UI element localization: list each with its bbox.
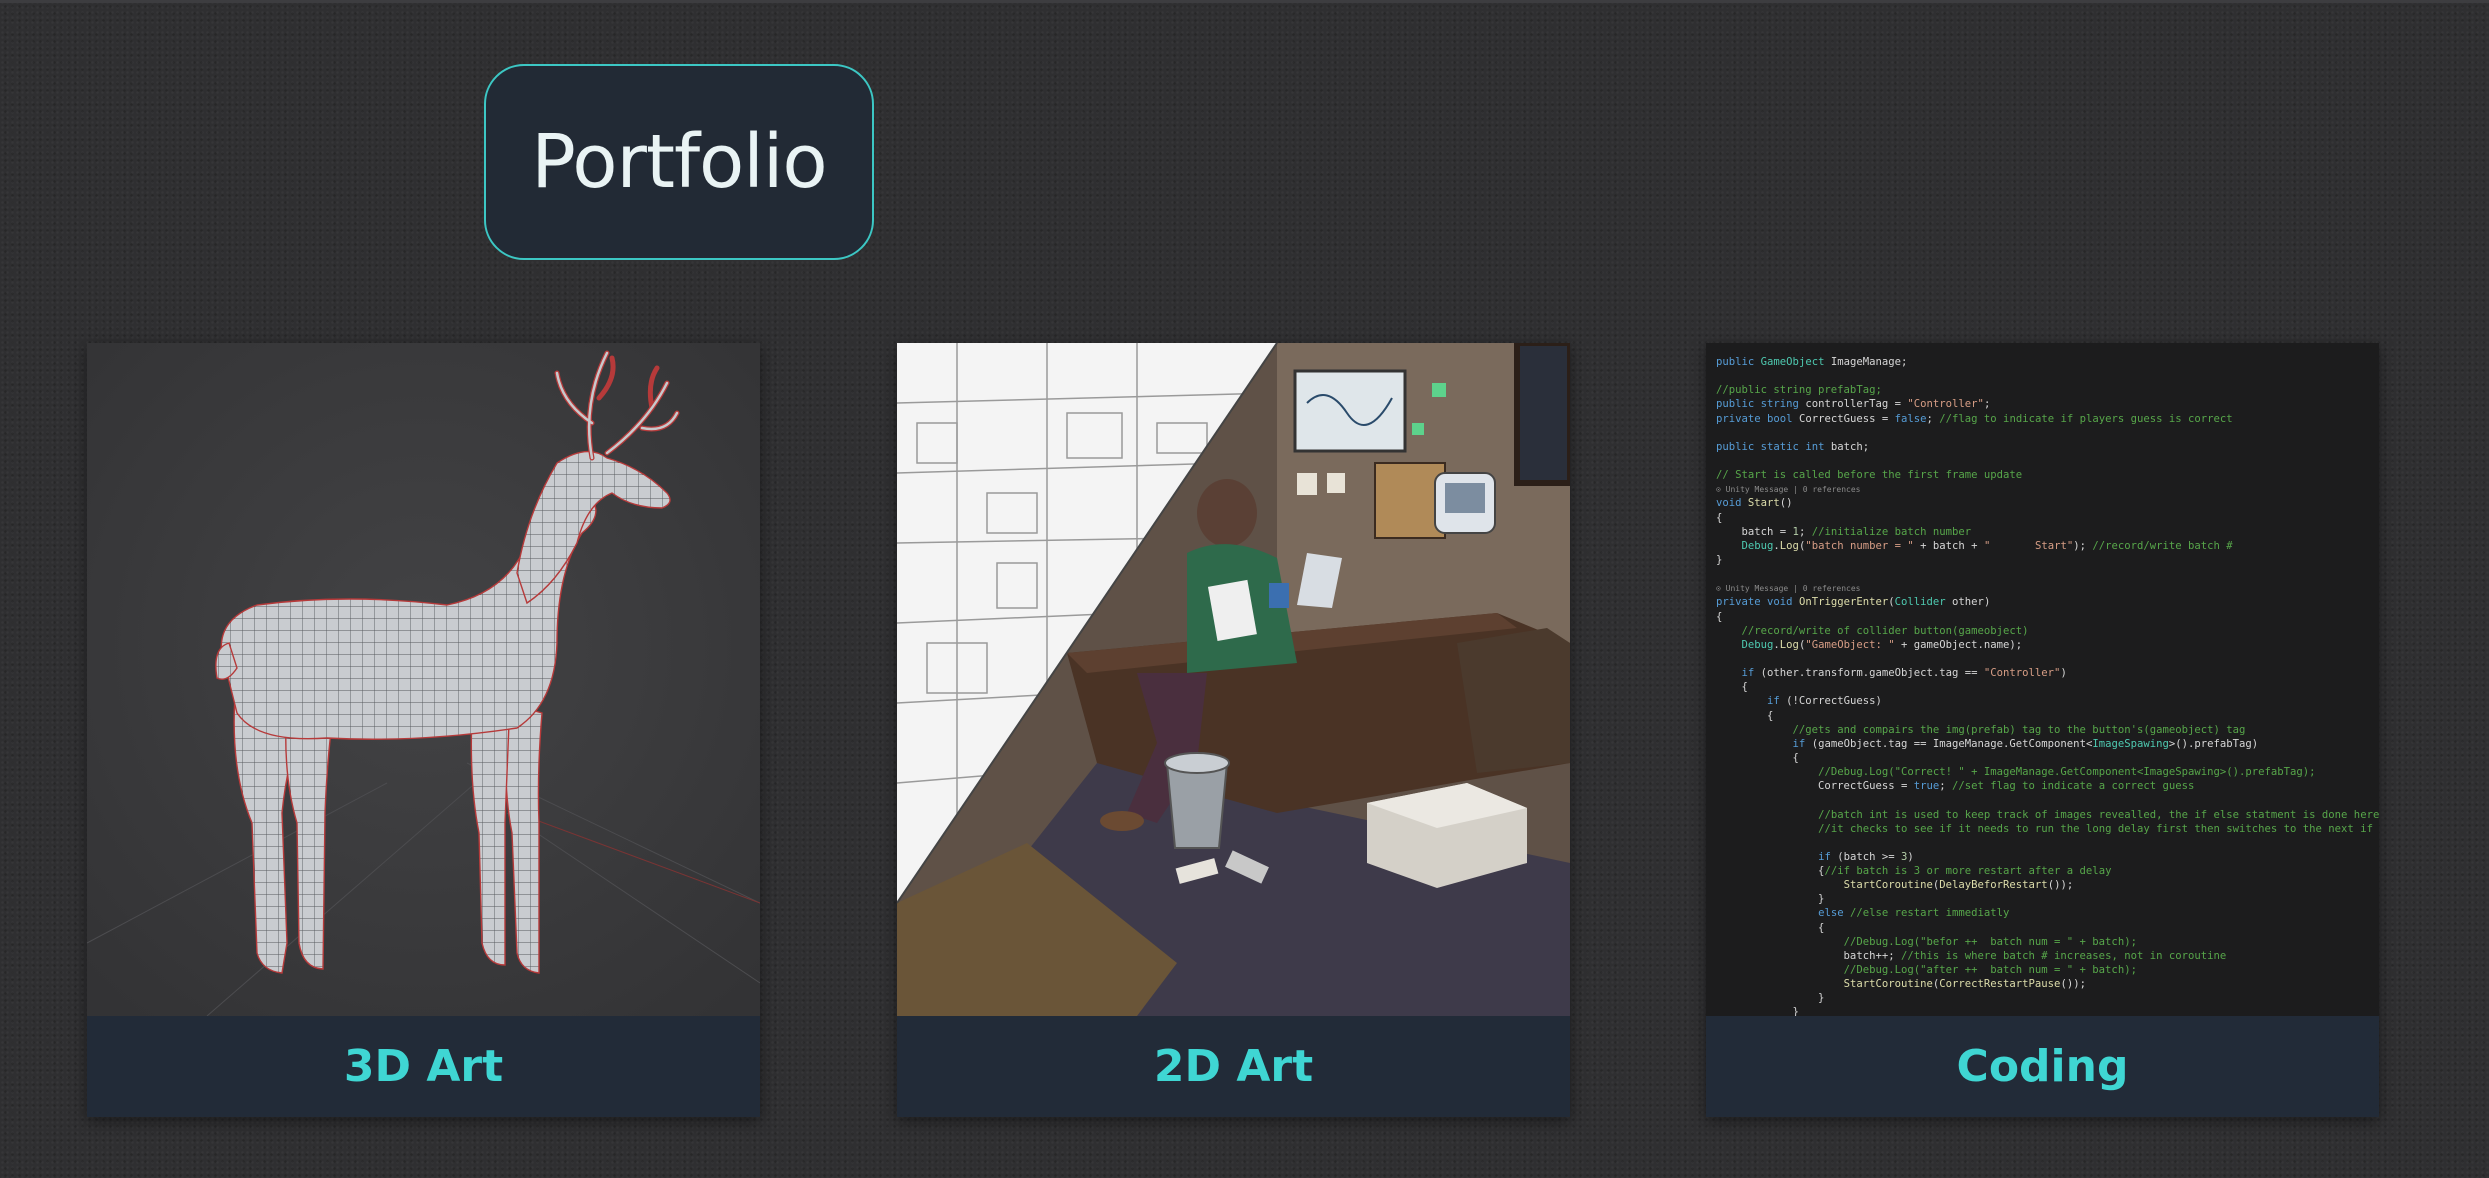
code-line: public static int batch; bbox=[1716, 440, 1870, 453]
code-line: } bbox=[1716, 992, 1825, 1005]
card-label-bar: 2D Art bbox=[897, 1016, 1570, 1117]
code-line: if (batch >= 3) bbox=[1818, 850, 1914, 863]
code-line: if (gameObject.tag == ImageManage.GetCom… bbox=[1792, 737, 2259, 750]
code-line: { bbox=[1716, 921, 1825, 934]
card-title-3d-art: 3D Art bbox=[343, 1041, 504, 1092]
code-line: { bbox=[1716, 511, 1723, 524]
code-line: else //else restart immediatly bbox=[1818, 907, 2010, 920]
code-line: { bbox=[1716, 681, 1748, 694]
code-block: public GameObject ImageManage; //public … bbox=[1716, 355, 2379, 1016]
code-line: StartCoroutine(CorrectRestartPause()); bbox=[1843, 978, 2086, 991]
office-illustration-image bbox=[897, 343, 1570, 1016]
card-label-bar: Coding bbox=[1706, 1016, 2379, 1117]
code-line: {//if batch is 3 or more restart after a… bbox=[1716, 865, 2112, 878]
code-line: //Debug.Log("befor ++ batch num = " + ba… bbox=[1843, 935, 2137, 948]
code-line: { bbox=[1716, 709, 1774, 722]
card-2d-art[interactable]: 2D Art bbox=[897, 343, 1570, 1117]
code-line: if (!CorrectGuess) bbox=[1767, 695, 1882, 708]
code-line: if (other.transform.gameObject.tag == "C… bbox=[1741, 667, 2067, 680]
code-line: //gets and compairs the img(prefab) tag … bbox=[1792, 723, 2246, 736]
top-divider bbox=[0, 0, 2489, 3]
code-line: } bbox=[1716, 553, 1723, 566]
code-line: public GameObject ImageManage; bbox=[1716, 356, 1908, 368]
code-line: CorrectGuess = true; //set flag to indic… bbox=[1716, 780, 2195, 793]
code-line: //public string prefabTag; bbox=[1716, 384, 1882, 397]
code-line: public string controllerTag = "Controlle… bbox=[1716, 398, 1991, 411]
code-line: private bool CorrectGuess = false; //fla… bbox=[1716, 412, 2233, 425]
code-line: void Start() bbox=[1716, 497, 1793, 510]
code-line: batch++; //this is where batch # increas… bbox=[1716, 949, 2227, 962]
code-line: Debug.Log("GameObject: " + gameObject.na… bbox=[1741, 638, 2023, 651]
code-line: ⊙ Unity Message | 0 references bbox=[1716, 584, 1861, 594]
code-line: //it checks to see if it needs to run th… bbox=[1818, 822, 2379, 835]
code-line: } bbox=[1716, 1006, 1799, 1016]
code-line: { bbox=[1716, 751, 1799, 764]
code-line: //batch int is used to keep track of ima… bbox=[1818, 808, 2379, 821]
card-title-2d-art: 2D Art bbox=[1153, 1041, 1314, 1092]
card-3d-art[interactable]: 3D Art bbox=[87, 343, 760, 1117]
code-line: //Debug.Log("Correct! " + ImageManage.Ge… bbox=[1818, 766, 2316, 779]
deer-model-image bbox=[87, 343, 760, 1016]
code-line: private void OnTriggerEnter(Collider oth… bbox=[1716, 596, 1991, 609]
code-line: ⊙ Unity Message | 0 references bbox=[1716, 485, 1861, 495]
code-line: // Start is called before the first fram… bbox=[1716, 469, 2023, 482]
code-line: batch = 1; //initialize batch number bbox=[1716, 525, 1972, 538]
code-line: Debug.Log("batch number = " + batch + " … bbox=[1741, 539, 2233, 552]
code-screenshot-image: public GameObject ImageManage; //public … bbox=[1706, 343, 2379, 1016]
card-coding[interactable]: public GameObject ImageManage; //public … bbox=[1706, 343, 2379, 1117]
card-label-bar: 3D Art bbox=[87, 1016, 760, 1117]
portfolio-button[interactable]: Portfolio bbox=[484, 64, 874, 260]
code-line: //Debug.Log("after ++ batch num = " + ba… bbox=[1843, 964, 2137, 977]
code-line: //record/write of collider button(gameob… bbox=[1741, 624, 2029, 637]
code-line: StartCoroutine(DelayBeforRestart()); bbox=[1843, 879, 2074, 892]
code-line: } bbox=[1716, 893, 1825, 906]
card-title-coding: Coding bbox=[1956, 1041, 2129, 1092]
code-line: { bbox=[1716, 610, 1723, 623]
